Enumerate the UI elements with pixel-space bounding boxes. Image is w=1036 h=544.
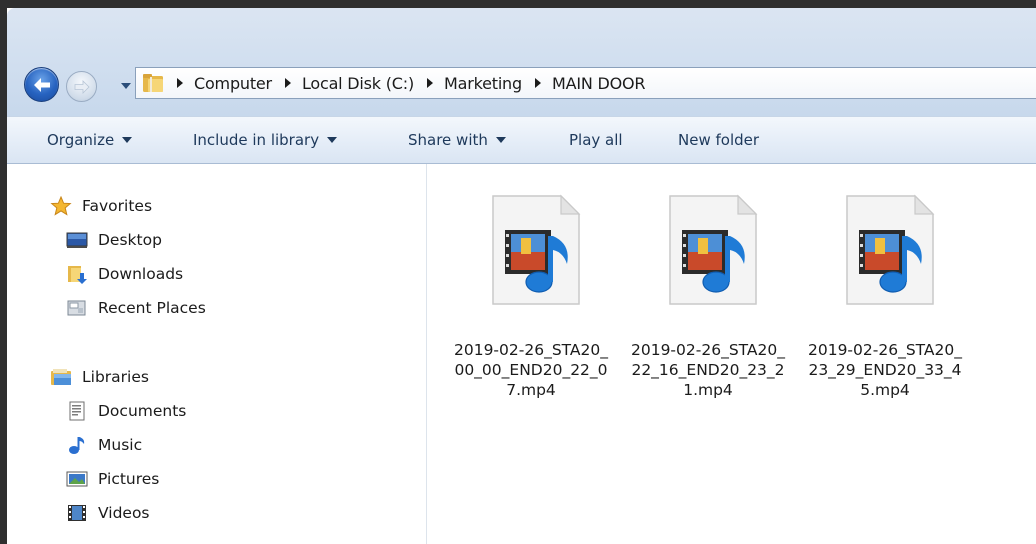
video-file-icon [846,194,935,305]
nav-item-pictures[interactable]: Pictures [66,467,159,491]
file-name: 2019-02-26_STA20_00_00_END20_22_07.mp4 [453,341,608,399]
caret-down-icon [327,137,338,143]
nav-item-label: Documents [98,402,187,420]
chevron-right-icon [284,78,291,88]
caret-down-icon [122,137,133,143]
recent-pages-button[interactable] [120,78,132,94]
nav-libraries[interactable]: Libraries [50,365,149,389]
nav-item-label: Videos [98,504,150,522]
back-arrow-icon [33,77,50,92]
pictures-icon [66,469,88,489]
nav-item-documents[interactable]: Documents [66,399,186,423]
desktop-icon [66,230,88,250]
downloads-folder-icon [66,264,88,284]
recent-places-icon [66,298,88,318]
command-bar: Organize Include in library Share with P… [7,116,1036,164]
include-in-library-button[interactable]: Include in library [193,129,338,151]
breadcrumb-main-door[interactable]: MAIN DOOR [522,68,646,98]
breadcrumb-computer[interactable]: Computer [164,68,272,98]
nav-item-music[interactable]: Music [66,433,142,457]
breadcrumb-label: Marketing [444,73,522,93]
new-folder-label: New folder [678,131,760,149]
chevron-down-icon [121,83,131,89]
explorer-window: Computer Local Disk (C:) Marketing MAIN … [7,8,1036,544]
window-chrome: Computer Local Disk (C:) Marketing MAIN … [7,8,1036,116]
breadcrumb-label: MAIN DOOR [551,73,646,93]
file-list: 2019-02-26_STA20_00_00_END20_22_07.mp4 2… [427,164,1036,544]
folder-icon [143,74,163,92]
play-all-button[interactable]: Play all [569,129,623,151]
navigation-pane: Favorites Desktop Downloads Recent Place… [7,164,427,544]
address-bar[interactable]: Computer Local Disk (C:) Marketing MAIN … [135,67,1036,99]
window-frame-left [0,0,7,544]
include-in-library-label: Include in library [193,131,320,149]
file-name: 2019-02-26_STA20_22_16_END20_23_21.mp4 [630,341,785,399]
nav-item-label: Music [98,436,143,454]
star-icon [50,196,72,216]
breadcrumb-label: Local Disk (C:) [301,73,415,93]
back-button[interactable] [24,67,59,102]
chevron-right-icon [534,78,541,88]
file-item[interactable]: 2019-02-26_STA20_00_00_END20_22_07.mp4 [451,174,611,414]
nav-libraries-label: Libraries [82,368,149,386]
nav-favorites-label: Favorites [82,197,153,215]
video-file-icon [669,194,758,305]
forward-arrow-icon [74,79,90,94]
file-item[interactable]: 2019-02-26_STA20_23_29_END20_33_45.mp4 [805,174,965,414]
nav-item-desktop[interactable]: Desktop [66,228,162,252]
caret-down-icon [495,137,506,143]
documents-icon [66,401,88,421]
organize-button[interactable]: Organize [47,129,133,151]
nav-favorites[interactable]: Favorites [50,194,152,218]
nav-item-videos[interactable]: Videos [66,501,150,525]
video-file-icon [492,194,581,305]
new-folder-button[interactable]: New folder [678,129,759,151]
music-note-icon [66,435,88,455]
nav-item-recent-places[interactable]: Recent Places [66,296,206,320]
breadcrumb-marketing[interactable]: Marketing [414,68,522,98]
breadcrumb-label: Computer [194,73,272,93]
window-frame-top [0,0,1036,8]
share-with-label: Share with [408,131,488,149]
videos-icon [66,503,88,523]
nav-item-downloads[interactable]: Downloads [66,262,183,286]
chevron-right-icon [427,78,434,88]
forward-button[interactable] [66,71,97,102]
organize-label: Organize [47,131,115,149]
play-all-label: Play all [569,131,623,149]
nav-item-label: Pictures [98,470,160,488]
chevron-right-icon [177,78,183,88]
share-with-button[interactable]: Share with [408,129,506,151]
nav-item-label: Desktop [98,231,162,249]
breadcrumb-local-disk[interactable]: Local Disk (C:) [272,68,414,98]
nav-item-label: Recent Places [98,299,206,317]
file-item[interactable]: 2019-02-26_STA20_22_16_END20_23_21.mp4 [628,174,788,414]
nav-item-label: Downloads [98,265,184,283]
file-name: 2019-02-26_STA20_23_29_END20_33_45.mp4 [807,341,962,399]
libraries-icon [50,367,72,387]
